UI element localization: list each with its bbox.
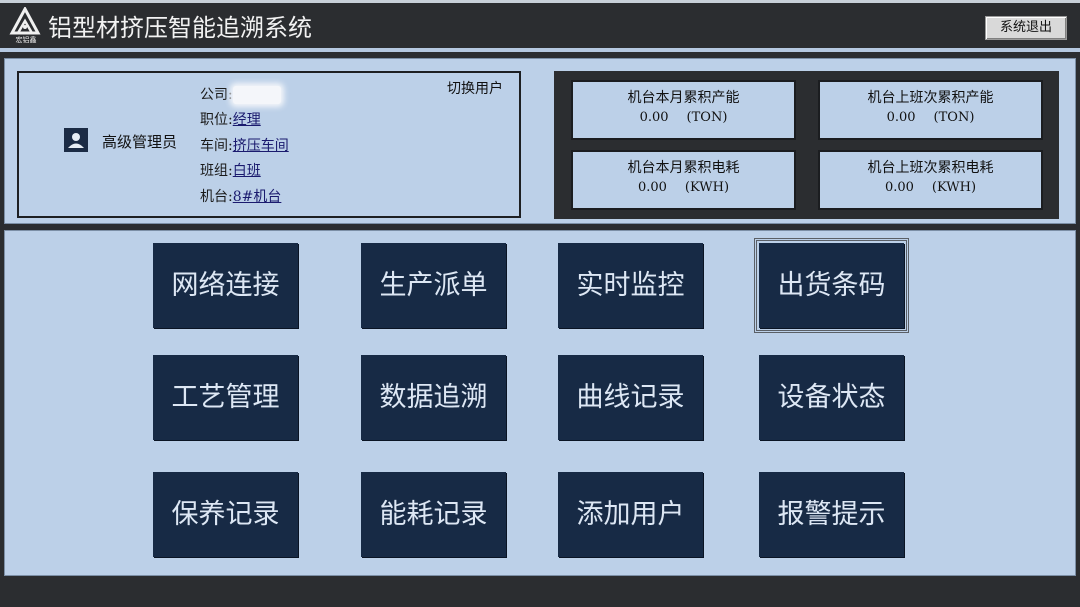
bottom-bar [0, 578, 1080, 607]
stat-unit: (TON) [933, 110, 975, 125]
realtime-monitor-button[interactable]: 实时监控 [558, 243, 703, 328]
machine-label: 机台: [200, 189, 233, 205]
switch-user-link[interactable]: 切换用户 [447, 78, 503, 98]
info-position: 职位:经理 [200, 110, 261, 130]
shift-label: 班组: [200, 163, 233, 179]
stat-unit: (TON) [686, 110, 728, 125]
stat-label: 机台本月累积电耗 [627, 160, 740, 176]
data-trace-button[interactable]: 数据追溯 [361, 355, 506, 440]
stat-label: 机台上班次累积产能 [867, 90, 994, 106]
info-workshop: 车间:挤压车间 [200, 136, 289, 156]
stat-value: 0.00 [884, 180, 914, 195]
shipping-barcode-button[interactable]: 出货条码 [754, 238, 909, 333]
stat-label: 机台本月累积产能 [627, 90, 740, 106]
workshop-label: 车间: [200, 138, 233, 154]
production-dispatch-button[interactable]: 生产派单 [361, 243, 506, 328]
info-company: 公司: [200, 85, 281, 105]
energy-record-button[interactable]: 能耗记录 [361, 472, 506, 557]
stat-month-energy: 机台本月累积电耗 0.00 (KWH) [571, 150, 796, 210]
alarm-alert-button[interactable]: 报警提示 [759, 472, 904, 557]
stat-value: 0.00 [886, 110, 916, 125]
stat-shift-energy: 机台上班次累积电耗 0.00 (KWH) [818, 150, 1043, 210]
position-value[interactable]: 经理 [233, 112, 261, 128]
info-machine: 机台:8#机台 [200, 187, 281, 207]
shift-value[interactable]: 白班 [233, 163, 261, 179]
stat-month-capacity: 机台本月累积产能 0.00 (TON) [571, 80, 796, 140]
stat-unit: (KWH) [684, 180, 730, 195]
maintenance-record-button[interactable]: 保养记录 [153, 472, 298, 557]
position-label: 职位: [200, 112, 233, 128]
system-exit-button[interactable]: 系统退出 [985, 16, 1067, 40]
process-management-button[interactable]: 工艺管理 [153, 355, 298, 440]
title-divider [0, 48, 1080, 52]
user-role: 高级管理员 [102, 133, 178, 151]
info-shift: 班组:白班 [200, 161, 261, 181]
company-value-redacted [232, 86, 281, 104]
stat-value: 0.00 [637, 180, 667, 195]
stat-unit: (KWH) [931, 180, 977, 195]
stat-value: 0.00 [639, 110, 669, 125]
stat-label: 机台上班次累积电耗 [867, 160, 994, 176]
stat-shift-capacity: 机台上班次累积产能 0.00 (TON) [818, 80, 1043, 140]
app-title: 铝型材挤压智能追溯系统 [48, 14, 312, 42]
add-user-button[interactable]: 添加用户 [558, 472, 703, 557]
machine-value[interactable]: 8#机台 [233, 189, 282, 205]
curve-record-button[interactable]: 曲线记录 [558, 355, 703, 440]
company-label: 公司: [200, 87, 233, 103]
network-connect-button[interactable]: 网络连接 [153, 243, 298, 328]
logo-caption: 宏铝鑫 [15, 36, 37, 44]
user-icon [64, 128, 88, 152]
workshop-value[interactable]: 挤压车间 [233, 138, 289, 154]
equipment-status-button[interactable]: 设备状态 [759, 355, 904, 440]
